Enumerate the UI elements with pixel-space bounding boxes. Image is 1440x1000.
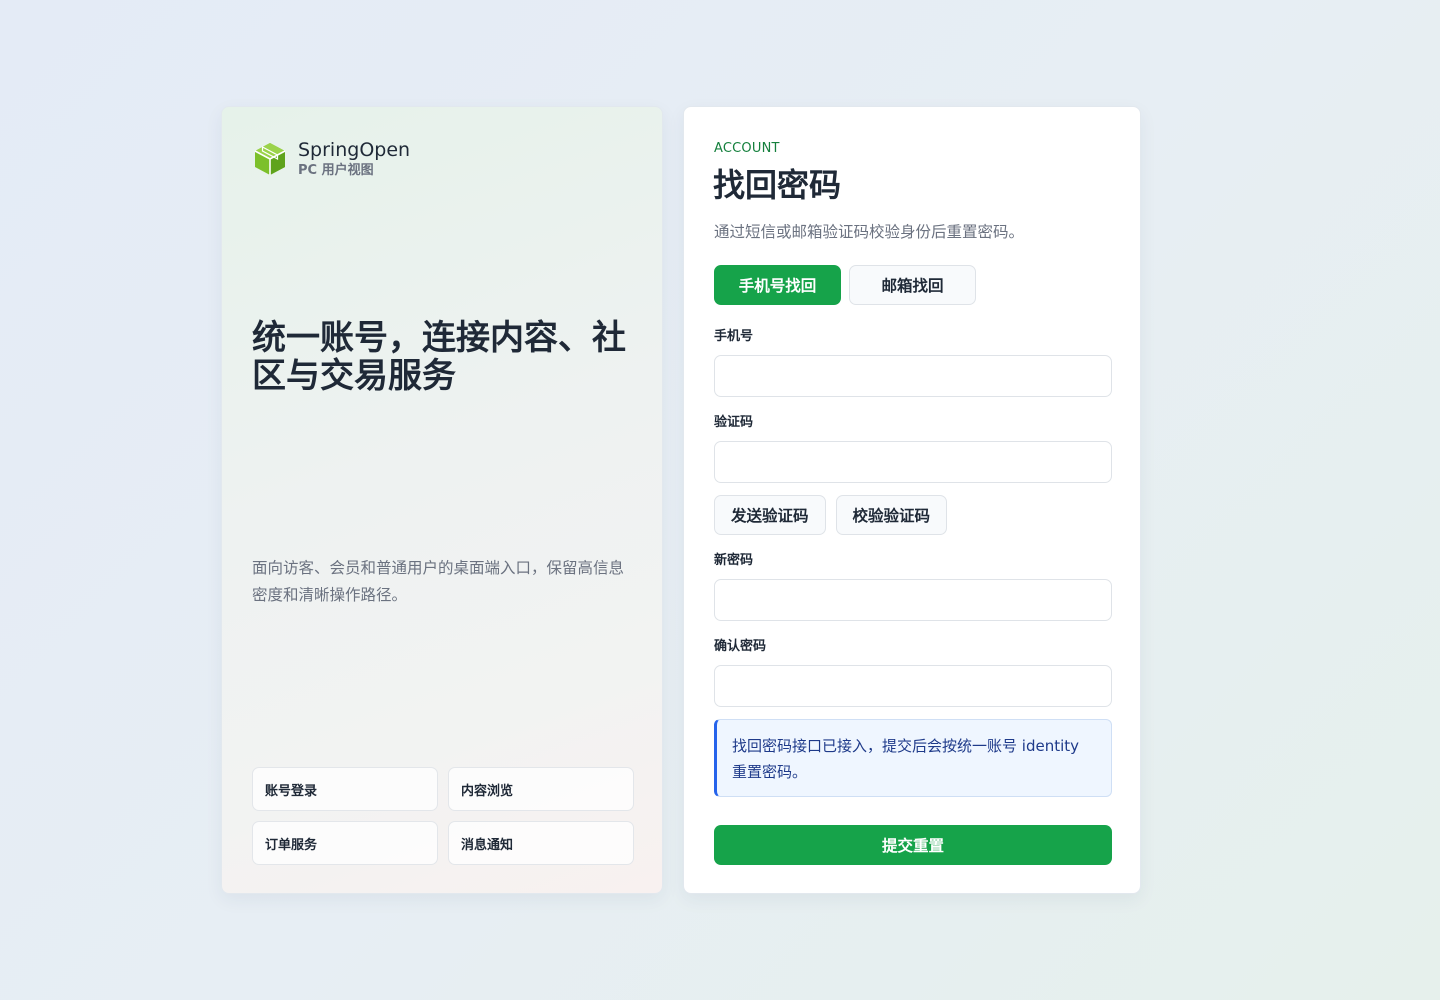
confirm-password-input[interactable] [714, 665, 1112, 707]
intro-panel: SpringOpen PC 用户视图 统一账号，连接内容、社区与交易服务 面向访… [221, 106, 663, 894]
cube-icon [254, 143, 286, 175]
new-password-label: 新密码 [714, 553, 754, 568]
feature-card-login: 账号登录 [252, 767, 438, 811]
verify-code-button[interactable]: 校验验证码 [835, 495, 948, 535]
brand-subtitle: PC 用户视图 [298, 163, 374, 178]
code-label: 验证码 [714, 415, 754, 430]
hero-title: 统一账号，连接内容、社区与交易服务 [252, 318, 626, 396]
page-title: 找回密码 [713, 166, 842, 204]
new-password-input[interactable] [714, 579, 1112, 621]
phone-label: 手机号 [714, 329, 754, 344]
send-code-button[interactable]: 发送验证码 [714, 495, 826, 535]
confirm-password-label: 确认密码 [714, 639, 767, 654]
brand-name: SpringOpen [298, 139, 411, 161]
feature-card-orders: 订单服务 [252, 821, 438, 865]
eyebrow: ACCOUNT [714, 141, 780, 156]
recovery-method-tabs: 手机号找回 邮箱找回 [714, 265, 976, 305]
tab-email-recovery[interactable]: 邮箱找回 [849, 265, 976, 305]
info-notice: 找回密码接口已接入，提交后会按统一账号 identity 重置密码。 [714, 719, 1112, 797]
code-actions: 发送验证码 校验验证码 [714, 495, 948, 535]
feature-grid: 账号登录 内容浏览 订单服务 消息通知 [252, 767, 634, 865]
submit-reset-button[interactable]: 提交重置 [714, 825, 1112, 865]
phone-input[interactable] [714, 355, 1112, 397]
feature-card-notifications: 消息通知 [448, 821, 634, 865]
feature-card-content: 内容浏览 [448, 767, 634, 811]
page-subtitle: 通过短信或邮箱验证码校验身份后重置密码。 [714, 223, 1025, 241]
code-input[interactable] [714, 441, 1112, 483]
reset-password-panel: ACCOUNT 找回密码 通过短信或邮箱验证码校验身份后重置密码。 手机号找回 … [683, 106, 1141, 894]
hero-description: 面向访客、会员和普通用户的桌面端入口，保留高信息密度和清晰操作路径。 [252, 559, 625, 604]
tab-phone-recovery[interactable]: 手机号找回 [714, 265, 841, 305]
brand: SpringOpen PC 用户视图 [252, 139, 410, 179]
